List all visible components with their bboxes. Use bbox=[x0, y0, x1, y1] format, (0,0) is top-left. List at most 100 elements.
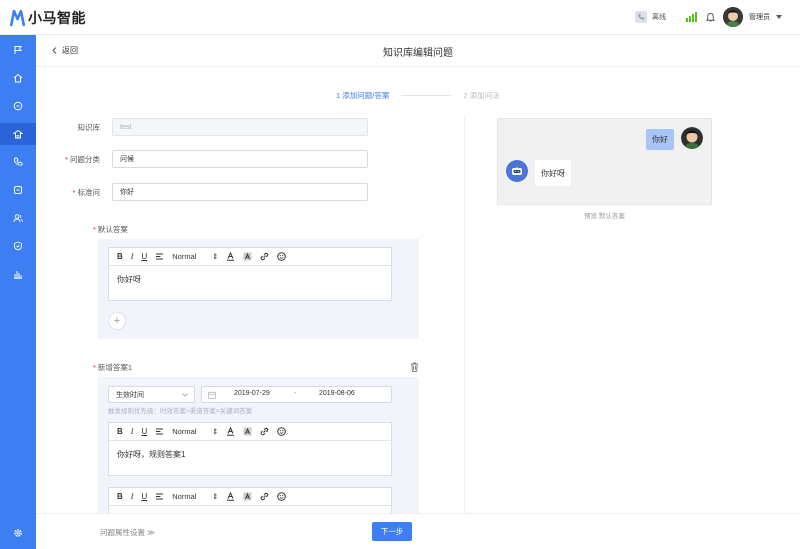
default-answer-label: * 默认答案 bbox=[93, 225, 128, 234]
status-label: 离线 bbox=[652, 14, 666, 21]
sidebar-item-home[interactable] bbox=[0, 67, 36, 89]
message-icon bbox=[14, 186, 22, 194]
user-avatar bbox=[681, 127, 703, 149]
italic-button[interactable]: I bbox=[131, 252, 134, 261]
settings-icon bbox=[14, 529, 22, 537]
column-divider bbox=[464, 117, 465, 517]
font-color-icon[interactable] bbox=[226, 427, 235, 436]
link-icon[interactable] bbox=[260, 252, 269, 261]
sidebar-item-history[interactable] bbox=[0, 95, 36, 117]
emoji-icon[interactable] bbox=[277, 252, 287, 261]
background-color-icon[interactable] bbox=[243, 492, 252, 501]
editor-toolbar: B I U Normal ⇕ bbox=[109, 488, 391, 506]
background-color-icon[interactable] bbox=[243, 427, 252, 436]
step-2[interactable]: 2 添加问法 bbox=[463, 90, 499, 101]
sidebar-item-users[interactable] bbox=[0, 207, 36, 229]
sidebar-item-settings[interactable] bbox=[0, 522, 36, 544]
step-divider bbox=[401, 95, 452, 96]
required-mark: * bbox=[93, 363, 96, 372]
home-icon bbox=[13, 73, 23, 83]
format-select[interactable]: Normal ⇕ bbox=[172, 427, 218, 436]
emoji-icon[interactable] bbox=[277, 427, 287, 436]
step-1[interactable]: 1 添加问题/答案 bbox=[336, 90, 389, 101]
sidebar-item-phone[interactable] bbox=[0, 151, 36, 173]
time-select[interactable]: 生效时间 bbox=[108, 386, 195, 403]
brand-logo[interactable]: 小马智能 bbox=[10, 8, 86, 28]
align-icon[interactable] bbox=[155, 492, 164, 501]
add-answer-button[interactable]: + bbox=[108, 312, 126, 330]
date-end[interactable]: 2019-08-06 bbox=[319, 390, 355, 397]
italic-button[interactable]: I bbox=[131, 427, 134, 436]
sidebar-item-stats[interactable] bbox=[0, 263, 36, 285]
brand-logo-icon bbox=[10, 9, 25, 26]
font-color-icon[interactable] bbox=[226, 252, 235, 261]
page-header: 返回 知识库编辑问题 bbox=[36, 35, 800, 67]
standard-question-label: * 标准问 bbox=[72, 187, 100, 197]
format-select[interactable]: Normal ⇕ bbox=[172, 492, 218, 501]
phone-status-icon[interactable] bbox=[635, 11, 647, 23]
shield-icon bbox=[14, 241, 22, 251]
calendar-icon bbox=[208, 391, 216, 399]
next-step-button[interactable]: 下一步 bbox=[372, 522, 412, 541]
flag-icon bbox=[14, 46, 22, 54]
kb-label: 知识库 bbox=[77, 122, 101, 132]
category-row: * 问题分类 问候 bbox=[46, 150, 368, 168]
preview-caption: 预览 默认答案 bbox=[584, 213, 625, 220]
background-color-icon[interactable] bbox=[243, 252, 252, 261]
underline-button[interactable]: U bbox=[141, 492, 147, 501]
users-icon bbox=[13, 214, 23, 223]
clock-icon bbox=[13, 101, 23, 111]
required-mark: * bbox=[72, 187, 76, 197]
editor-content[interactable]: 你好呀 bbox=[109, 266, 391, 293]
bold-button[interactable]: B bbox=[117, 252, 123, 261]
category-field[interactable]: 问候 bbox=[112, 150, 368, 168]
sidebar-item-security[interactable] bbox=[0, 235, 36, 257]
date-start[interactable]: 2019-07-29 bbox=[234, 390, 270, 397]
bar-chart-icon bbox=[14, 271, 22, 279]
emoji-icon[interactable] bbox=[277, 492, 287, 501]
date-range-picker[interactable]: 2019-07-29 - 2019-08-06 bbox=[201, 386, 392, 403]
trash-icon[interactable] bbox=[410, 362, 419, 372]
font-color-icon[interactable] bbox=[226, 492, 235, 501]
kb-field: test bbox=[112, 118, 368, 136]
bot-message-bubble: 你好呀 bbox=[535, 160, 571, 186]
new-answer-editor[interactable]: B I U Normal ⇕ 你好呀，规则答案1 bbox=[108, 422, 392, 476]
required-mark: * bbox=[65, 154, 68, 164]
sidebar bbox=[0, 35, 36, 549]
sidebar-item-messages[interactable] bbox=[0, 179, 36, 201]
chat-preview: 你好 你好呀 bbox=[497, 118, 712, 205]
link-icon[interactable] bbox=[260, 492, 269, 501]
page-footer: 问题属性设置 ≫ 下一步 bbox=[36, 513, 800, 549]
robot-icon bbox=[512, 166, 522, 175]
underline-button[interactable]: U bbox=[141, 252, 147, 261]
page-title: 知识库编辑问题 bbox=[383, 48, 453, 59]
rule-priority-hint: 触发规则优先级：时效答案>渠道答案>关键词答案 bbox=[108, 408, 253, 415]
top-bar: 小马智能 离线 管理员 bbox=[0, 0, 800, 35]
username[interactable]: 管理员 bbox=[749, 12, 770, 22]
chevron-down-icon[interactable] bbox=[776, 15, 782, 19]
phone-icon bbox=[14, 157, 23, 166]
chevron-down-icon bbox=[182, 393, 188, 397]
underline-button[interactable]: U bbox=[141, 427, 147, 436]
align-icon[interactable] bbox=[155, 252, 164, 261]
sidebar-item-knowledge[interactable] bbox=[0, 123, 36, 145]
standard-question-field[interactable]: 你好 bbox=[112, 183, 368, 201]
date-separator: - bbox=[294, 390, 297, 397]
default-answer-editor[interactable]: B I U Normal ⇕ 你好呀 bbox=[108, 247, 392, 301]
standard-question-row: * 标准问 你好 bbox=[46, 183, 368, 201]
new-answer-label: * 新增答案1 bbox=[93, 363, 133, 372]
italic-button[interactable]: I bbox=[131, 492, 134, 501]
bold-button[interactable]: B bbox=[117, 492, 123, 501]
knowledge-icon bbox=[13, 129, 23, 139]
question-properties-toggle[interactable]: 问题属性设置 ≫ bbox=[100, 527, 155, 538]
editor-content[interactable]: 你好呀，规则答案1 bbox=[109, 441, 391, 468]
align-icon[interactable] bbox=[155, 427, 164, 436]
editor-toolbar: B I U Normal ⇕ bbox=[109, 423, 391, 441]
required-mark: * bbox=[93, 225, 96, 234]
avatar[interactable] bbox=[723, 7, 743, 27]
bold-button[interactable]: B bbox=[117, 427, 123, 436]
sidebar-item-flag[interactable] bbox=[0, 39, 36, 61]
format-select[interactable]: Normal ⇕ bbox=[172, 252, 218, 261]
link-icon[interactable] bbox=[260, 427, 269, 436]
bell-icon[interactable] bbox=[705, 12, 716, 23]
